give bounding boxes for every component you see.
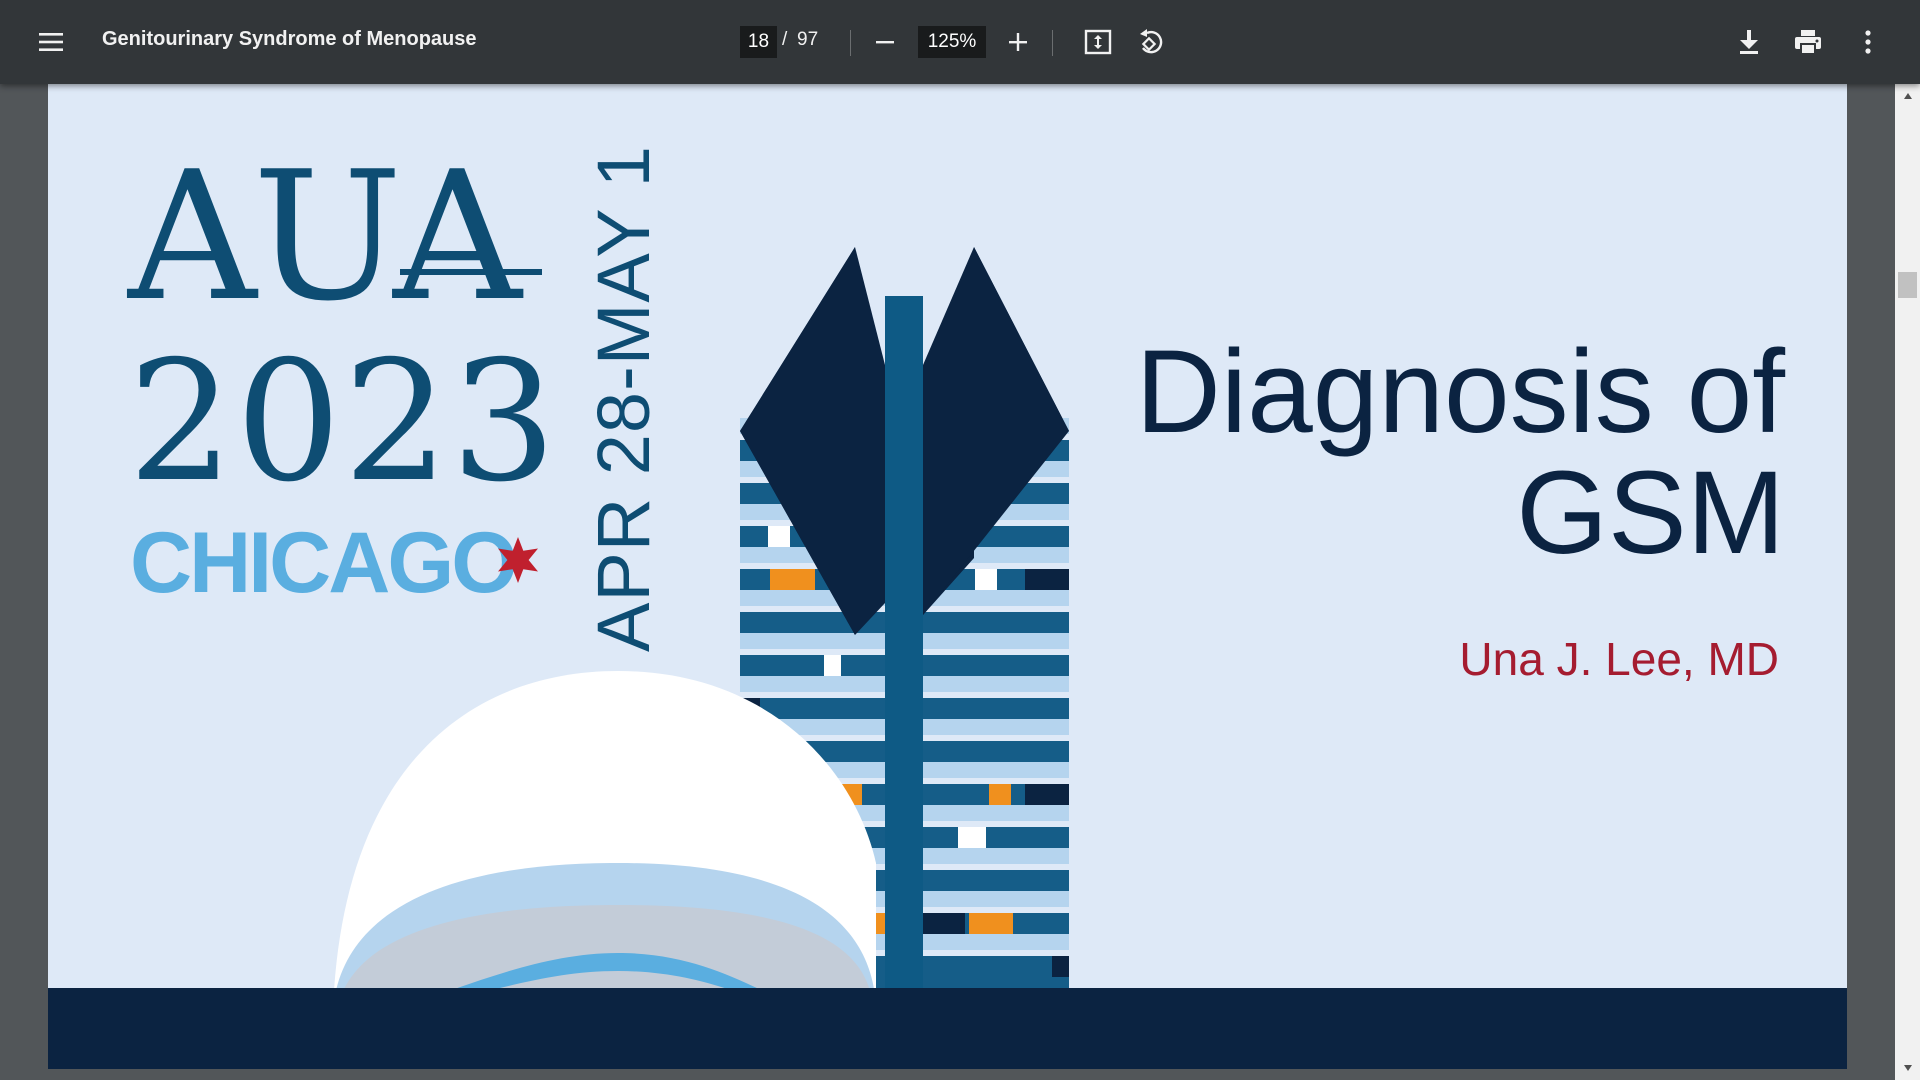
download-icon [1740, 30, 1758, 54]
minus-icon [876, 41, 894, 44]
slide-author: Una J. Lee, MD [1459, 633, 1779, 685]
rotate-button[interactable] [1131, 22, 1171, 62]
toolbar-divider [850, 30, 851, 56]
chicago-skyline-illustration [334, 163, 1153, 989]
download-button[interactable] [1729, 22, 1769, 62]
zoom-level-input[interactable]: 125% [918, 26, 986, 58]
page-total: 97 [797, 29, 819, 50]
zoom-in-button[interactable] [998, 22, 1038, 62]
toolbar-divider [1052, 30, 1053, 56]
fit-to-page-button[interactable] [1078, 22, 1118, 62]
print-button[interactable] [1788, 22, 1828, 62]
vertical-scrollbar[interactable] [1895, 84, 1920, 1080]
menu-icon[interactable] [31, 22, 71, 62]
scroll-up-arrow-icon[interactable] [1903, 92, 1913, 100]
print-icon [1795, 30, 1821, 55]
more-options-button[interactable] [1848, 22, 1888, 62]
fit-to-page-icon [1084, 29, 1112, 55]
document-viewer[interactable]: AUA 2023 CHICAGO APR 28-MAY 1 Diagnosis … [0, 84, 1895, 1080]
pdf-page: AUA 2023 CHICAGO APR 28-MAY 1 Diagnosis … [48, 84, 1847, 1069]
scrollbar-thumb[interactable] [1898, 272, 1917, 298]
slide-title: Diagnosis of GSM [985, 332, 1785, 574]
page-number-input[interactable]: 18 [740, 26, 777, 58]
slide-footer-band [48, 988, 1847, 1069]
document-title: Genitourinary Syndrome of Menopause [102, 28, 477, 50]
page-separator: / [782, 29, 788, 50]
plus-icon [1009, 33, 1027, 51]
zoom-out-button[interactable] [865, 22, 905, 62]
more-vertical-icon [1865, 30, 1871, 54]
scroll-down-arrow-icon[interactable] [1903, 1064, 1913, 1072]
tower-column [885, 296, 923, 989]
rotate-icon [1140, 29, 1163, 54]
slide-title-line1: Diagnosis of [1135, 326, 1785, 458]
pdf-toolbar: Genitourinary Syndrome of Menopause 18 /… [0, 0, 1920, 84]
slide-title-line2: GSM [1516, 447, 1785, 579]
